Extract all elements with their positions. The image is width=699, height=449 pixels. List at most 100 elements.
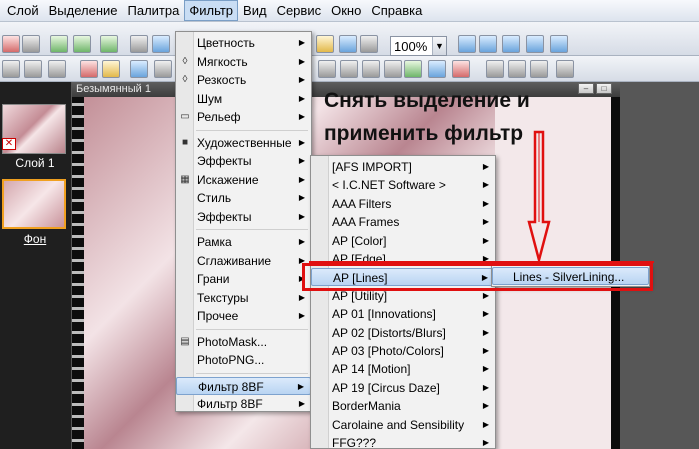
crop-icon[interactable]: [130, 35, 148, 53]
minimize-icon[interactable]: –: [578, 83, 594, 94]
filter-menu-item[interactable]: Фильтр 8BF ▶: [176, 376, 311, 395]
filter-menu-item[interactable]: Шум ▶: [176, 90, 311, 108]
filter-menu-item[interactable]: Эффекты ▶: [176, 208, 311, 226]
tool-icon[interactable]: [362, 60, 380, 78]
submenu-arrow-icon: ▶: [298, 311, 305, 320]
plugin-menu-item[interactable]: FFG??? ▶: [311, 434, 495, 449]
menu-item-label: Стиль: [197, 191, 232, 205]
fullscreen-icon[interactable]: [550, 35, 568, 53]
filter-menu-item[interactable]: Прочее ▶: [176, 307, 311, 325]
tool-icon[interactable]: [102, 60, 120, 78]
plugin-menu-item[interactable]: AP 01 [Innovations] ▶: [311, 305, 495, 323]
submenu-arrow-icon: ▶: [482, 382, 489, 392]
filter-menu-item[interactable]: Стиль ▶: [176, 189, 311, 207]
tool-icon[interactable]: [556, 60, 574, 78]
plugin-menu-item[interactable]: [AFS IMPORT] ▶: [311, 158, 495, 176]
paste-new-icon[interactable]: [100, 35, 118, 53]
tool-icon[interactable]: [340, 60, 358, 78]
layer-thumbnail-background[interactable]: [2, 179, 66, 229]
layer-label-layer1[interactable]: Слой 1: [0, 156, 70, 170]
tool-icon[interactable]: [48, 60, 66, 78]
plugin-menu-item[interactable]: AP 19 [Circus Daze] ▶: [311, 379, 495, 397]
menu-item-label: Резкость: [197, 73, 247, 87]
filter-menu-item[interactable]: PhotoPNG...: [176, 351, 311, 369]
tool-icon[interactable]: [404, 60, 422, 78]
filter-menu-item[interactable]: ▤ PhotoMask...: [176, 333, 311, 351]
submenu-arrow-icon: ▶: [298, 292, 305, 302]
menubar-item[interactable]: Окно: [326, 0, 366, 21]
submenu-arrow-icon: ▶: [482, 401, 489, 411]
maximize-icon[interactable]: □: [596, 83, 612, 94]
tool-icon[interactable]: [24, 60, 42, 78]
menubar-item[interactable]: Сервис: [272, 0, 327, 21]
plugin-menu-item[interactable]: AP [Color] ▶: [311, 232, 495, 250]
plugin-menu-item[interactable]: AAA Frames ▶: [311, 213, 495, 231]
menubar-item[interactable]: Справка: [366, 0, 427, 21]
zoom-select[interactable]: 100% ▼: [390, 36, 447, 56]
plugin-menu-item[interactable]: BorderMania ▶: [311, 397, 495, 415]
filter-menu-item[interactable]: ▦ Искажение ▶: [176, 171, 311, 189]
filter-menu-item[interactable]: Грани ▶: [176, 270, 311, 288]
zoom-out-icon[interactable]: [479, 35, 497, 53]
tool-icon[interactable]: [508, 60, 526, 78]
emboss-icon: ▭: [180, 111, 190, 122]
actual-size-icon[interactable]: [526, 35, 544, 53]
tool-icon[interactable]: [384, 60, 402, 78]
tool-icon[interactable]: [80, 60, 98, 78]
redo-icon[interactable]: [2, 35, 20, 53]
menubar-item[interactable]: Вид: [238, 0, 272, 21]
filter-menu-item[interactable]: ◊ Резкость ▶: [176, 71, 311, 89]
tool-icon[interactable]: [428, 60, 446, 78]
filter-menu-item[interactable]: Фильтр 8BF ▶: [176, 395, 311, 413]
tool-icon[interactable]: [2, 60, 20, 78]
filter-menu-item[interactable]: Текстуры ▶: [176, 289, 311, 307]
fit-icon[interactable]: [502, 35, 520, 53]
plugin-menu-item[interactable]: AAA Filters ▶: [311, 195, 495, 213]
layer-label-background[interactable]: Фон: [0, 232, 70, 246]
menu-item-label: Сглаживание: [197, 253, 272, 268]
menubar-item[interactable]: Палитра: [123, 0, 185, 21]
plugin-menu-item[interactable]: AP 14 [Motion] ▶: [311, 360, 495, 378]
menubar-item[interactable]: Слой: [2, 0, 44, 21]
filmstrip-edge: [72, 97, 84, 449]
tool-icon[interactable]: [452, 60, 470, 78]
document-title-text: Безымянный 1: [76, 83, 151, 95]
submenu-arrow-icon: ▶: [298, 399, 305, 408]
drop-icon: ◊: [182, 55, 188, 67]
tool-icon[interactable]: [130, 60, 148, 78]
filter-menu-item[interactable]: ▭ Рельеф ▶: [176, 108, 311, 126]
submenu-arrow-icon: ▶: [298, 156, 305, 165]
menu-separator: [196, 372, 308, 374]
submenu-arrow-icon: ▶: [482, 419, 489, 429]
filter-menu-item[interactable]: Эффекты ▶: [176, 152, 311, 170]
tool-icon[interactable]: [486, 60, 504, 78]
plugins-submenu: [AFS IMPORT] ▶ < I.C.NET Software > ▶ AAA Fi…: [310, 155, 496, 449]
brush-icon[interactable]: [316, 35, 334, 53]
select-icon[interactable]: [152, 35, 170, 53]
plugin-menu-item[interactable]: < I.C.NET Software > ▶: [311, 176, 495, 194]
submenu-arrow-icon: ▶: [482, 162, 489, 171]
tool-icon[interactable]: [530, 60, 548, 78]
plugin-menu-item[interactable]: AP 03 [Photo/Colors] ▶: [311, 342, 495, 360]
main-toolbar: [0, 22, 699, 56]
tool-icon[interactable]: [154, 60, 172, 78]
filter-menu-item[interactable]: Цветность ▶: [176, 34, 311, 52]
window-icon[interactable]: [360, 35, 378, 53]
plugin-menu-item[interactable]: Carolaine and Sensibility ▶: [311, 416, 495, 434]
paste-icon[interactable]: [73, 35, 91, 53]
hidden-layer-icon[interactable]: ✕: [2, 138, 16, 150]
menu-item-label: AP 14 [Motion]: [332, 362, 411, 377]
zoom-in-icon[interactable]: [458, 35, 476, 53]
menubar-item[interactable]: Выделение: [44, 0, 123, 21]
filter-menu-item[interactable]: Рамка ▶: [176, 233, 311, 251]
filter-menu-item[interactable]: ■ Художественные ▶: [176, 134, 311, 152]
filter-menu-item[interactable]: ◊ Мягкость ▶: [176, 53, 311, 71]
tool-icon[interactable]: [318, 60, 336, 78]
chevron-down-icon[interactable]: ▼: [432, 37, 446, 55]
copy-icon[interactable]: [50, 35, 68, 53]
menubar-item[interactable]: Фильтр: [184, 0, 239, 21]
undo-icon[interactable]: [22, 35, 40, 53]
layer-icon[interactable]: [339, 35, 357, 53]
filter-menu-item[interactable]: Сглаживание ▶: [176, 252, 311, 270]
plugin-menu-item[interactable]: AP 02 [Distorts/Blurs] ▶: [311, 324, 495, 342]
